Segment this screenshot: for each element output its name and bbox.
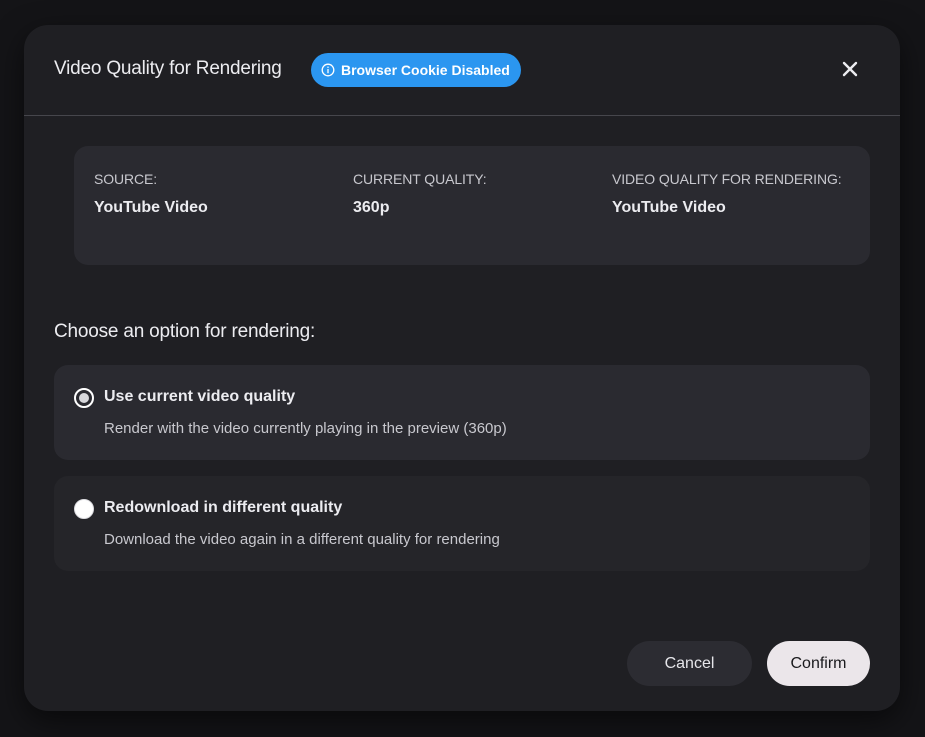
close-icon	[842, 61, 858, 82]
option-description: Download the video again in a different …	[104, 531, 500, 548]
render-quality-value: YouTube Video	[612, 199, 726, 216]
info-icon	[321, 63, 335, 77]
dialog-title: Video Quality for Rendering	[54, 58, 282, 79]
current-quality-label: CURRENT QUALITY:	[353, 171, 487, 187]
option-redownload[interactable]: Redownload in different quality Download…	[54, 476, 870, 571]
confirm-button[interactable]: Confirm	[767, 641, 870, 686]
source-info: SOURCE: YouTube Video	[94, 171, 208, 217]
option-description: Render with the video currently playing …	[104, 420, 507, 437]
close-button[interactable]	[836, 57, 864, 85]
video-info-card: SOURCE: YouTube Video CURRENT QUALITY: 3…	[74, 146, 870, 265]
option-title: Use current video quality	[104, 388, 296, 405]
radio-redownload[interactable]	[74, 499, 94, 519]
option-use-current-quality[interactable]: Use current video quality Render with th…	[54, 365, 870, 460]
render-quality-label: VIDEO QUALITY FOR RENDERING:	[612, 171, 842, 187]
video-quality-dialog: Video Quality for Rendering Browser Cook…	[24, 25, 900, 711]
option-title: Redownload in different quality	[104, 499, 343, 516]
cancel-button[interactable]: Cancel	[627, 641, 752, 686]
radio-use-current-quality[interactable]	[74, 388, 94, 408]
render-quality-info: VIDEO QUALITY FOR RENDERING: YouTube Vid…	[612, 171, 842, 217]
source-label: SOURCE:	[94, 171, 158, 187]
options-heading: Choose an option for rendering:	[54, 321, 316, 342]
dialog-header: Video Quality for Rendering Browser Cook…	[24, 25, 900, 116]
browser-cookie-badge: Browser Cookie Disabled	[311, 53, 521, 87]
current-quality-value: 360p	[353, 199, 390, 216]
badge-label: Browser Cookie Disabled	[341, 62, 510, 78]
current-quality-info: CURRENT QUALITY: 360p	[353, 171, 487, 217]
source-value: YouTube Video	[94, 199, 208, 216]
